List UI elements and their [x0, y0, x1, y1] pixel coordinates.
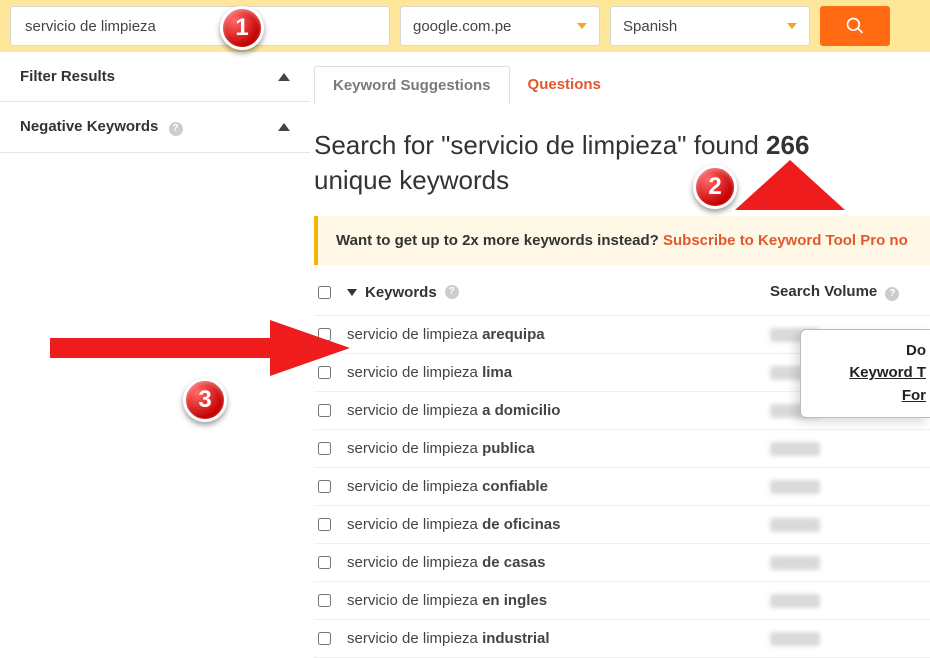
keyword-cell: servicio de limpieza lima — [347, 364, 512, 381]
volume-cell — [770, 594, 930, 608]
keyword-cell: servicio de limpieza de oficinas — [347, 516, 560, 533]
search-input[interactable] — [23, 17, 377, 36]
table-row: servicio de limpieza confiable — [314, 468, 930, 506]
volume-cell — [770, 518, 930, 532]
language-dropdown[interactable]: Spanish — [610, 6, 810, 46]
table-row: servicio de limpieza en ingles — [314, 582, 930, 620]
popup-line[interactable]: Keyword T — [849, 364, 926, 381]
volume-cell — [770, 480, 930, 494]
table-row: servicio de limpieza industrial — [314, 620, 930, 658]
volume-cell — [770, 556, 930, 570]
promo-popup: Do Keyword T For — [800, 329, 930, 419]
subscribe-link[interactable]: Subscribe to Keyword Tool Pro no — [663, 232, 908, 249]
help-icon: ? — [445, 285, 459, 299]
row-checkbox[interactable] — [318, 518, 331, 531]
sort-desc-icon — [347, 289, 357, 296]
row-checkbox[interactable] — [318, 594, 331, 607]
row-checkbox[interactable] — [318, 556, 331, 569]
row-checkbox[interactable] — [318, 442, 331, 455]
keywords-column-label[interactable]: Keywords — [365, 284, 437, 301]
row-checkbox[interactable] — [318, 366, 331, 379]
select-all-checkbox[interactable] — [318, 286, 331, 299]
row-checkbox[interactable] — [318, 632, 331, 645]
table-row: servicio de limpieza de casas — [314, 544, 930, 582]
chevron-up-icon — [278, 123, 290, 131]
top-search-bar: google.com.pe Spanish — [0, 0, 930, 52]
tabs: Keyword Suggestions Questions — [314, 52, 930, 104]
domain-dropdown-label: google.com.pe — [413, 18, 511, 35]
promo-text: Want to get up to 2x more keywords inste… — [336, 232, 663, 249]
keyword-cell: servicio de limpieza de casas — [347, 554, 545, 571]
tab-keyword-suggestions[interactable]: Keyword Suggestions — [314, 66, 510, 104]
search-volume-column[interactable]: Search Volume ? — [770, 283, 930, 301]
keyword-cell: servicio de limpieza publica — [347, 440, 535, 457]
search-button[interactable] — [820, 6, 890, 46]
language-dropdown-label: Spanish — [623, 18, 677, 35]
popup-line[interactable]: For — [902, 387, 926, 404]
volume-cell — [770, 632, 930, 646]
negative-keywords-label: Negative Keywords ? — [20, 118, 183, 136]
row-checkbox[interactable] — [318, 480, 331, 493]
volume-cell — [770, 442, 930, 456]
results-heading: Search for "servicio de limpieza" found … — [314, 128, 930, 198]
table-row: servicio de limpieza de oficinas — [314, 506, 930, 544]
domain-dropdown[interactable]: google.com.pe — [400, 6, 600, 46]
tab-questions[interactable]: Questions — [510, 66, 619, 104]
row-checkbox[interactable] — [318, 328, 331, 341]
help-icon: ? — [885, 287, 899, 301]
popup-line: Do — [811, 340, 926, 363]
keyword-cell: servicio de limpieza en ingles — [347, 592, 547, 609]
filter-results-accordion[interactable]: Filter Results — [0, 52, 310, 102]
chevron-up-icon — [278, 73, 290, 81]
keyword-cell: servicio de limpieza arequipa — [347, 326, 545, 343]
keyword-cell: servicio de limpieza confiable — [347, 478, 548, 495]
filter-results-label: Filter Results — [20, 68, 115, 85]
keyword-cell: servicio de limpieza a domicilio — [347, 402, 560, 419]
table-header: Keywords ? Search Volume ? — [314, 265, 930, 316]
sidebar: Filter Results Negative Keywords ? — [0, 52, 310, 658]
negative-keywords-accordion[interactable]: Negative Keywords ? — [0, 102, 310, 153]
chevron-down-icon — [787, 23, 797, 29]
table-row: servicio de limpieza publica — [314, 430, 930, 468]
upgrade-promo: Want to get up to 2x more keywords inste… — [314, 216, 930, 265]
keyword-cell: servicio de limpieza industrial — [347, 630, 550, 647]
row-checkbox[interactable] — [318, 404, 331, 417]
search-icon — [845, 16, 865, 36]
search-input-wrap — [10, 6, 390, 46]
help-icon: ? — [169, 122, 183, 136]
chevron-down-icon — [577, 23, 587, 29]
